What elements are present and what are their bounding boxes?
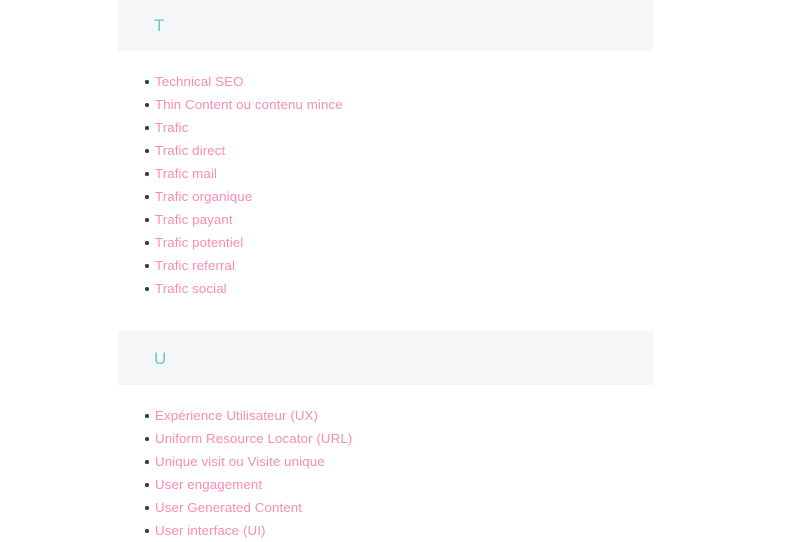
list-item[interactable]: Trafic organique — [0, 185, 800, 208]
term-link[interactable]: User interface (UI) — [155, 523, 266, 538]
term-link[interactable]: Trafic mail — [155, 166, 217, 181]
term-link[interactable]: User engagement — [155, 477, 262, 492]
term-link[interactable]: Trafic referral — [155, 258, 235, 273]
term-link[interactable]: Trafic payant — [155, 212, 233, 227]
list-item[interactable]: User Generated Content — [0, 496, 800, 519]
term-link[interactable]: Thin Content ou contenu mince — [155, 97, 343, 112]
term-link[interactable]: Trafic potentiel — [155, 235, 243, 250]
list-item[interactable]: User interface (UI) — [0, 519, 800, 542]
list-item[interactable]: Trafic direct — [0, 139, 800, 162]
list-item[interactable]: Trafic potentiel — [0, 231, 800, 254]
term-link[interactable]: Technical SEO — [155, 74, 244, 89]
letter-header-band-t: T — [118, 0, 653, 51]
term-link[interactable]: Trafic — [155, 120, 188, 135]
list-item[interactable]: Expérience Utilisateur (UX) — [0, 404, 800, 427]
term-link[interactable]: Trafic social — [155, 281, 227, 296]
list-item[interactable]: User engagement — [0, 473, 800, 496]
letter-header-band-u: U — [118, 331, 653, 385]
term-link[interactable]: User Generated Content — [155, 500, 302, 515]
letter-heading-u: U — [154, 348, 167, 368]
list-item[interactable]: Uniform Resource Locator (URL) — [0, 427, 800, 450]
list-item[interactable]: Technical SEO — [0, 70, 800, 93]
term-list-u: Expérience Utilisateur (UX) Uniform Reso… — [0, 385, 800, 542]
glossary-section-u: U Expérience Utilisateur (UX) Uniform Re… — [0, 331, 800, 542]
term-link[interactable]: Unique visit ou Visite unique — [155, 454, 325, 469]
list-item[interactable]: Trafic social — [0, 277, 800, 300]
list-item[interactable]: Trafic — [0, 116, 800, 139]
term-link[interactable]: Uniform Resource Locator (URL) — [155, 431, 352, 446]
list-item[interactable]: Thin Content ou contenu mince — [0, 93, 800, 116]
term-link[interactable]: Trafic direct — [155, 143, 225, 158]
term-link[interactable]: Expérience Utilisateur (UX) — [155, 408, 318, 423]
list-item[interactable]: Trafic referral — [0, 254, 800, 277]
list-item[interactable]: Unique visit ou Visite unique — [0, 450, 800, 473]
letter-heading-t: T — [154, 16, 165, 35]
glossary-index: T Technical SEO Thin Content ou contenu … — [0, 0, 800, 542]
term-link[interactable]: Trafic organique — [155, 189, 252, 204]
term-list-t: Technical SEO Thin Content ou contenu mi… — [0, 51, 800, 300]
list-item[interactable]: Trafic mail — [0, 162, 800, 185]
glossary-section-t: T Technical SEO Thin Content ou contenu … — [0, 0, 800, 300]
list-item[interactable]: Trafic payant — [0, 208, 800, 231]
